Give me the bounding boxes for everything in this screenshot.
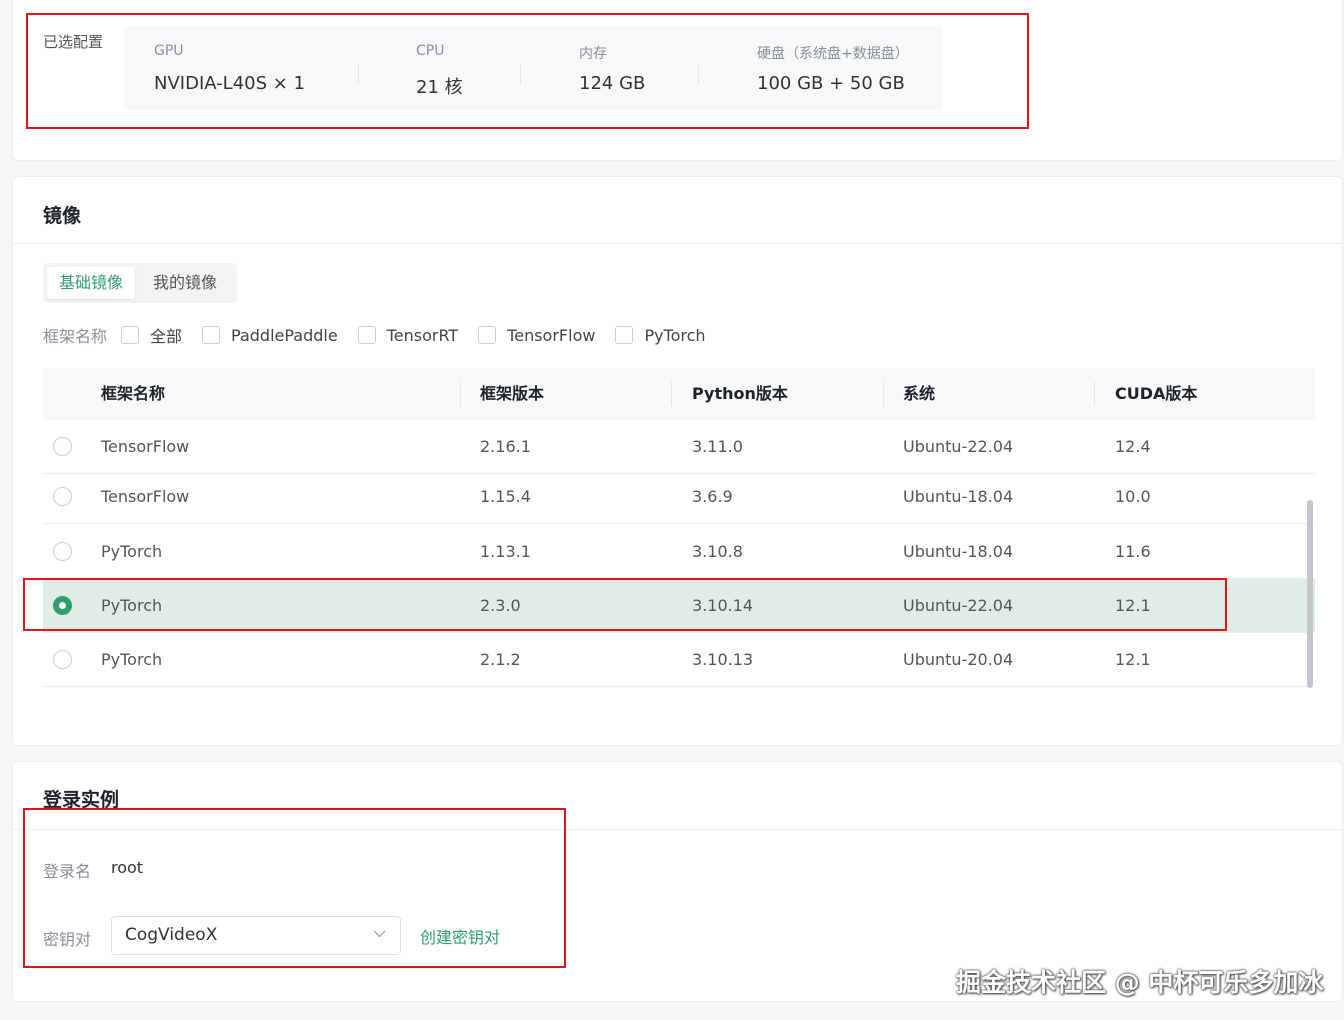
- cell-framework: PyTorch: [101, 596, 163, 615]
- table-header: 框架名称 框架版本 Python版本 系统 CUDA版本: [43, 368, 1315, 420]
- cell-python: 3.10.13: [692, 650, 754, 669]
- tab-base-image[interactable]: 基础镜像: [47, 267, 136, 299]
- cell-version: 1.15.4: [480, 487, 531, 506]
- cell-cuda: 11.6: [1115, 542, 1151, 561]
- table-scrollbar[interactable]: [1307, 500, 1313, 688]
- config-gpu-value: NVIDIA-L40S × 1: [154, 73, 306, 94]
- filter-tensorflow-checkbox[interactable]: TensorFlow: [478, 326, 595, 345]
- username-label: 登录名: [43, 862, 92, 881]
- table-row[interactable]: TensorFlow 1.15.4 3.6.9 Ubuntu-18.04 10.…: [43, 470, 1315, 524]
- watermark: 掘金技术社区 @ 中杯可乐多加冰: [956, 968, 1324, 997]
- section-divider: [12, 829, 1343, 830]
- cell-cuda: 12.1: [1115, 650, 1151, 669]
- column-separator: [1094, 382, 1095, 406]
- filter-option-label: PaddlePaddle: [231, 325, 338, 345]
- cell-framework: TensorFlow: [101, 487, 190, 506]
- table-row[interactable]: TensorFlow 2.16.1 3.11.0 Ubuntu-22.04 12…: [43, 420, 1315, 474]
- radio-button[interactable]: [53, 542, 72, 561]
- filter-option-label: TensorFlow: [507, 325, 596, 345]
- cell-version: 2.3.0: [480, 596, 521, 615]
- cell-os: Ubuntu-22.04: [903, 437, 1014, 456]
- config-gpu-key: GPU: [154, 43, 184, 59]
- column-separator: [883, 382, 884, 406]
- framework-filter-label: 框架名称: [43, 327, 108, 346]
- cell-python: 3.10.8: [692, 542, 743, 561]
- selected-config-label: 已选配置: [43, 33, 104, 51]
- cell-python: 3.11.0: [692, 437, 743, 456]
- section-divider: [12, 243, 1343, 244]
- filter-option-label: 全部: [150, 327, 183, 346]
- config-summary-panel: GPU NVIDIA-L40S × 1 CPU 21 核 内存 124 GB 硬…: [124, 26, 942, 110]
- cell-framework: TensorFlow: [101, 437, 190, 456]
- table-row[interactable]: PyTorch 2.1.2 3.10.13 Ubuntu-20.04 12.1: [43, 633, 1315, 687]
- filter-pytorch-checkbox[interactable]: PyTorch: [615, 325, 706, 345]
- cell-version: 2.16.1: [480, 437, 531, 456]
- column-header-framework: 框架名称: [101, 384, 166, 403]
- keypair-select-value: CogVideoX: [125, 925, 218, 945]
- radio-button[interactable]: [53, 437, 72, 456]
- checkbox-icon[interactable]: [202, 326, 221, 344]
- cell-python: 3.10.14: [692, 596, 754, 615]
- config-separator: [358, 64, 359, 84]
- column-separator: [671, 382, 672, 406]
- checkbox-icon[interactable]: [121, 326, 140, 344]
- table-row-selected[interactable]: PyTorch 2.3.0 3.10.14 Ubuntu-22.04 12.1: [43, 579, 1315, 633]
- filter-all-checkbox[interactable]: 全部: [121, 323, 182, 347]
- chevron-down-icon: [373, 930, 386, 938]
- config-disk-key: 硬盘（系统盘+数据盘）: [757, 46, 909, 62]
- cell-os: Ubuntu-18.04: [903, 487, 1014, 506]
- cell-version: 1.13.1: [480, 542, 531, 561]
- keypair-select[interactable]: CogVideoX: [111, 916, 401, 955]
- config-separator: [698, 64, 699, 84]
- column-header-os: 系统: [903, 384, 936, 403]
- cell-os: Ubuntu-18.04: [903, 542, 1014, 561]
- checkbox-icon[interactable]: [478, 326, 497, 344]
- filter-option-label: PyTorch: [644, 325, 706, 345]
- config-memory-key: 内存: [579, 46, 607, 62]
- keypair-label: 密钥对: [43, 930, 92, 949]
- filter-tensorrt-checkbox[interactable]: TensorRT: [357, 325, 459, 345]
- cell-os: Ubuntu-20.04: [903, 650, 1014, 669]
- filter-paddlepaddle-checkbox[interactable]: PaddlePaddle: [202, 326, 338, 345]
- table-row[interactable]: PyTorch 1.13.1 3.10.8 Ubuntu-18.04 11.6: [43, 525, 1315, 579]
- cell-cuda: 12.1: [1115, 596, 1151, 615]
- cell-cuda: 12.4: [1115, 437, 1151, 456]
- radio-button[interactable]: [53, 650, 72, 669]
- radio-button-checked[interactable]: [53, 596, 72, 615]
- cell-framework: PyTorch: [101, 650, 163, 669]
- column-header-version: 框架版本: [480, 384, 545, 403]
- image-section-title: 镜像: [43, 205, 82, 227]
- cell-python: 3.6.9: [692, 487, 733, 506]
- checkbox-icon[interactable]: [615, 326, 634, 344]
- config-memory-value: 124 GB: [579, 73, 646, 94]
- checkbox-icon[interactable]: [357, 326, 376, 344]
- config-cpu-value: 21 核: [416, 77, 463, 98]
- config-separator: [520, 64, 521, 84]
- column-header-cuda: CUDA版本: [1115, 384, 1198, 403]
- username-value: root: [111, 858, 144, 877]
- config-disk-value: 100 GB + 50 GB: [757, 73, 905, 94]
- tab-my-image[interactable]: 我的镜像: [153, 267, 217, 299]
- cell-os: Ubuntu-22.04: [903, 596, 1014, 615]
- filter-option-label: TensorRT: [386, 325, 459, 345]
- cell-framework: PyTorch: [101, 542, 163, 561]
- cell-cuda: 10.0: [1115, 487, 1151, 506]
- image-type-tabs: 基础镜像 我的镜像: [43, 263, 237, 303]
- radio-button[interactable]: [53, 487, 72, 506]
- framework-filter: 框架名称 全部 PaddlePaddle TensorRT TensorFlow…: [43, 322, 726, 348]
- login-section-title: 登录实例: [43, 789, 120, 811]
- column-header-python: Python版本: [692, 384, 788, 403]
- cell-version: 2.1.2: [480, 650, 521, 669]
- column-separator: [460, 382, 461, 406]
- config-cpu-key: CPU: [416, 43, 445, 59]
- create-keypair-link[interactable]: 创建密钥对: [420, 924, 500, 948]
